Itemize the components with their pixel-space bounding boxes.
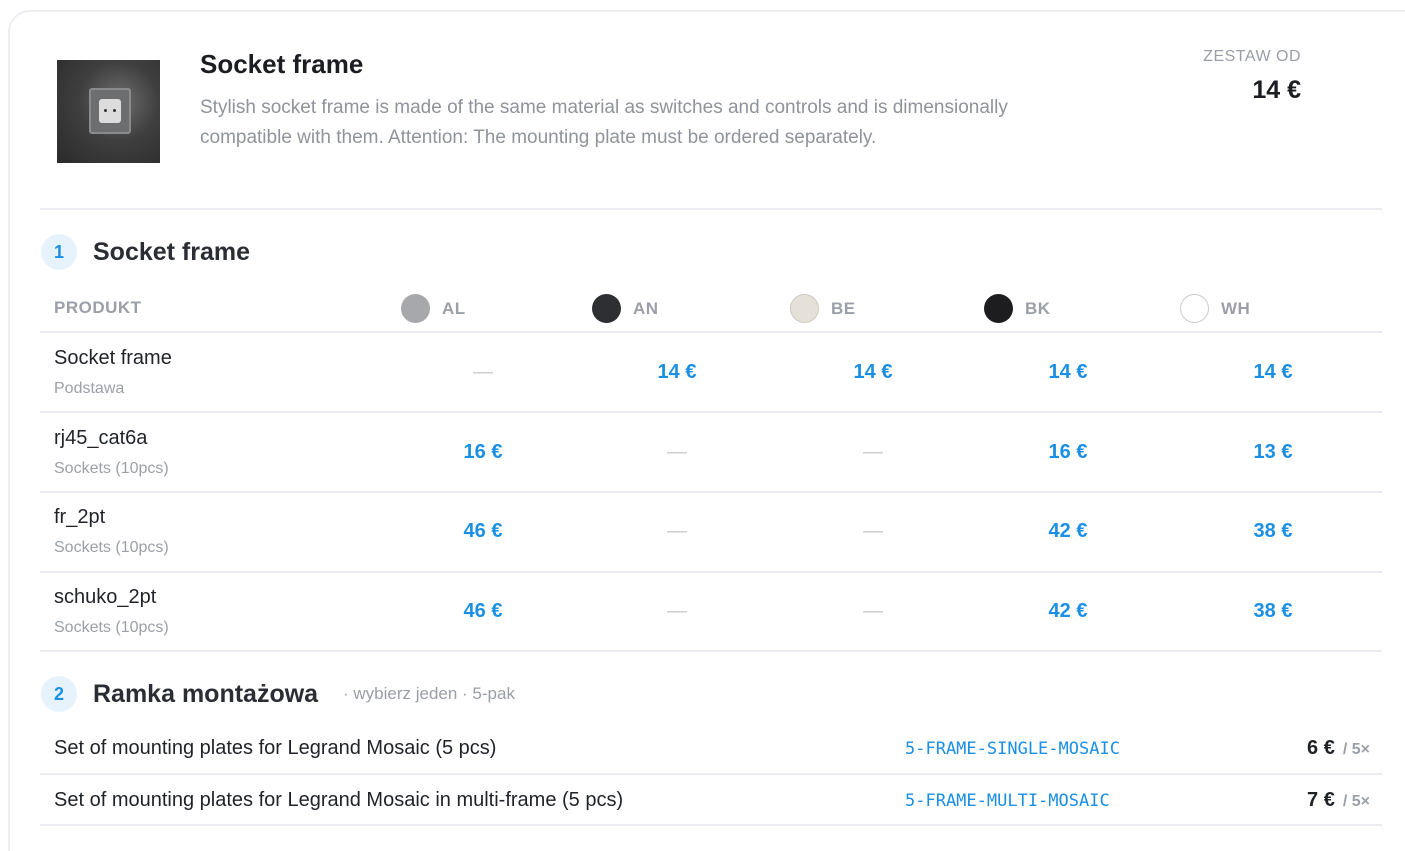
row-name: fr_2pt [54, 506, 106, 528]
row-divider [40, 411, 1382, 413]
row-divider [40, 650, 1382, 652]
section-title: Ramka montażowa [93, 680, 319, 708]
section-number-badge: 2 [41, 676, 77, 712]
color-column-al[interactable]: AL [401, 294, 466, 323]
swatch-dot [984, 294, 1013, 323]
price-cell: — [667, 520, 687, 542]
header-divider [40, 208, 1382, 210]
product-title: Socket frame [200, 49, 364, 79]
plate-pack-size: / 5× [1342, 793, 1370, 810]
row-divider [40, 491, 1382, 493]
row-divider [40, 773, 1382, 775]
row-subtitle: Sockets (10pcs) [54, 460, 169, 477]
plate-code: 5-FRAME-MULTI-MOSAIC [905, 791, 1110, 811]
product-image [57, 60, 160, 163]
price-cell: — [667, 441, 687, 463]
plate-name[interactable]: Set of mounting plates for Legrand Mosai… [54, 737, 496, 760]
color-code: BK [1025, 298, 1051, 318]
plate-price[interactable]: 7 € / 5× [1307, 789, 1370, 812]
row-divider [40, 571, 1382, 573]
price-label: ZESTAW OD [1203, 48, 1301, 65]
table-header-divider [40, 331, 1382, 333]
row-subtitle: Podstawa [54, 380, 125, 397]
row-name: Socket frame [54, 347, 172, 369]
column-header-product: PRODUKT [54, 298, 142, 317]
plate-price[interactable]: 6 € / 5× [1307, 737, 1370, 760]
color-code: AN [633, 298, 659, 318]
color-column-be[interactable]: BE [790, 294, 856, 323]
price-cell: — [473, 361, 493, 383]
price-cell[interactable]: 16 € [1008, 441, 1128, 464]
price-cell[interactable]: 14 € [1213, 361, 1333, 384]
section-title: Socket frame [93, 238, 251, 266]
price-cell[interactable]: 14 € [617, 361, 737, 384]
price-value: 14 € [1252, 76, 1301, 104]
color-code: WH [1221, 298, 1251, 318]
swatch-dot [790, 294, 819, 323]
price-cell[interactable]: 46 € [423, 520, 543, 543]
price-cell: — [667, 600, 687, 622]
price-cell[interactable]: 14 € [1008, 361, 1128, 384]
row-subtitle: Sockets (10pcs) [54, 619, 169, 636]
swatch-dot [592, 294, 621, 323]
section-number-badge: 1 [41, 234, 77, 270]
price-cell[interactable]: 38 € [1213, 600, 1333, 623]
price-cell[interactable]: 42 € [1008, 600, 1128, 623]
color-column-an[interactable]: AN [592, 294, 659, 323]
plate-price-amount: 6 € [1307, 737, 1335, 759]
price-cell: — [863, 600, 883, 622]
color-code: AL [442, 298, 466, 318]
color-column-bk[interactable]: BK [984, 294, 1051, 323]
price-cell[interactable]: 42 € [1008, 520, 1128, 543]
plate-price-amount: 7 € [1307, 789, 1335, 811]
swatch-dot [1180, 294, 1209, 323]
price-cell[interactable]: 14 € [813, 361, 933, 384]
product-description: Stylish socket frame is made of the same… [200, 97, 1008, 148]
price-cell[interactable]: 16 € [423, 441, 543, 464]
price-cell: — [863, 441, 883, 463]
plate-code: 5-FRAME-SINGLE-MOSAIC [905, 739, 1120, 759]
row-subtitle: Sockets (10pcs) [54, 539, 169, 556]
color-column-wh[interactable]: WH [1180, 294, 1250, 323]
row-name: rj45_cat6a [54, 427, 148, 449]
price-cell[interactable]: 38 € [1213, 520, 1333, 543]
color-code: BE [831, 298, 856, 318]
plate-name[interactable]: Set of mounting plates for Legrand Mosai… [54, 789, 623, 812]
section-note: · wybierz jeden · 5-pak [343, 684, 515, 703]
price-cell[interactable]: 46 € [423, 600, 543, 623]
row-divider [40, 824, 1382, 826]
row-name: schuko_2pt [54, 586, 157, 608]
plate-pack-size: / 5× [1342, 741, 1370, 758]
price-cell[interactable]: 13 € [1213, 441, 1333, 464]
swatch-dot [401, 294, 430, 323]
price-cell: — [863, 520, 883, 542]
